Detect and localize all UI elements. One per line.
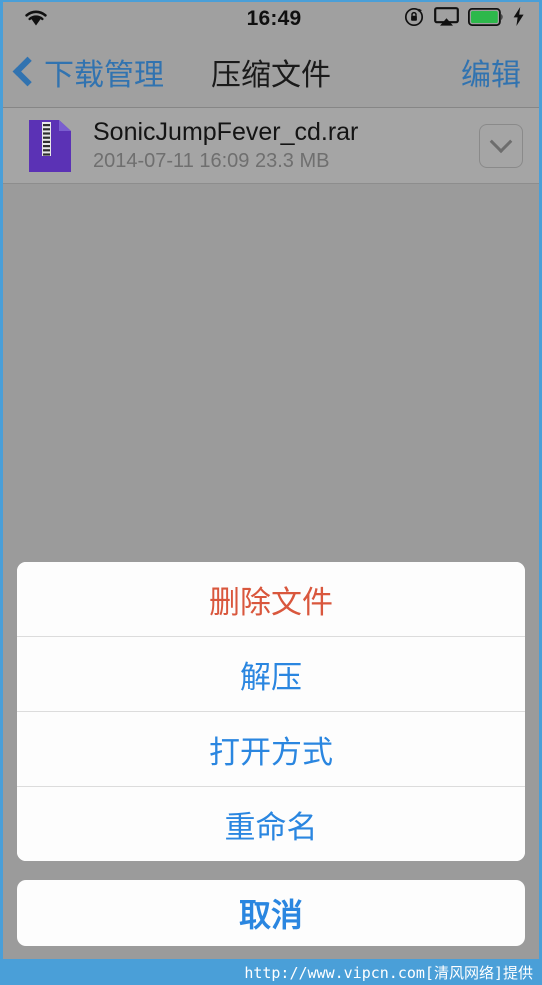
chevron-left-icon: [12, 56, 43, 87]
edit-button[interactable]: 编辑: [461, 50, 521, 94]
file-meta: 2014-07-11 16:09 23.3 MB: [93, 149, 330, 172]
cancel-button[interactable]: 取消: [17, 880, 525, 946]
cancel-button-label: 取消: [238, 897, 303, 933]
action-open-with[interactable]: 打开方式: [17, 712, 525, 787]
airplay-icon: [434, 6, 459, 32]
file-name: SonicJumpFever_cd.rar: [93, 117, 359, 146]
watermark-text: http://www.vipcn.com[清风网络]提供: [244, 963, 533, 982]
rotation-lock-icon: [404, 6, 425, 32]
action-delete-file[interactable]: 删除文件: [17, 562, 525, 637]
action-extract[interactable]: 解压: [17, 637, 525, 712]
rar-archive-icon: [29, 119, 71, 172]
navigation-bar: 下载管理 压缩文件 编辑: [3, 36, 539, 108]
action-sheet: 删除文件 解压 打开方式 重命名: [17, 562, 525, 861]
list-item[interactable]: SonicJumpFever_cd.rar 2014-07-11 16:09 2…: [3, 108, 539, 184]
status-bar-time: 16:49: [246, 7, 302, 30]
back-button-label: 下载管理: [44, 58, 164, 92]
chevron-down-glyph: [489, 129, 513, 153]
phone-screen: 16:49 下载管理 压缩文件 编辑 SonicJumpFever_cd.rar…: [0, 0, 542, 985]
status-bar: 16:49: [3, 2, 539, 36]
status-bar-right: [375, 6, 539, 32]
battery-full-icon: [467, 7, 504, 31]
back-button[interactable]: 下载管理: [3, 50, 164, 94]
footer-watermark-bar: http://www.vipcn.com[清风网络]提供: [3, 959, 539, 985]
action-rename[interactable]: 重命名: [17, 787, 525, 861]
lightning-bolt-icon: [513, 7, 525, 31]
wifi-icon: [23, 7, 49, 32]
file-list: SonicJumpFever_cd.rar 2014-07-11 16:09 2…: [3, 108, 539, 184]
status-bar-left: [3, 7, 173, 32]
file-info: SonicJumpFever_cd.rar 2014-07-11 16:09 2…: [93, 118, 479, 174]
chevron-down-icon[interactable]: [479, 123, 523, 168]
